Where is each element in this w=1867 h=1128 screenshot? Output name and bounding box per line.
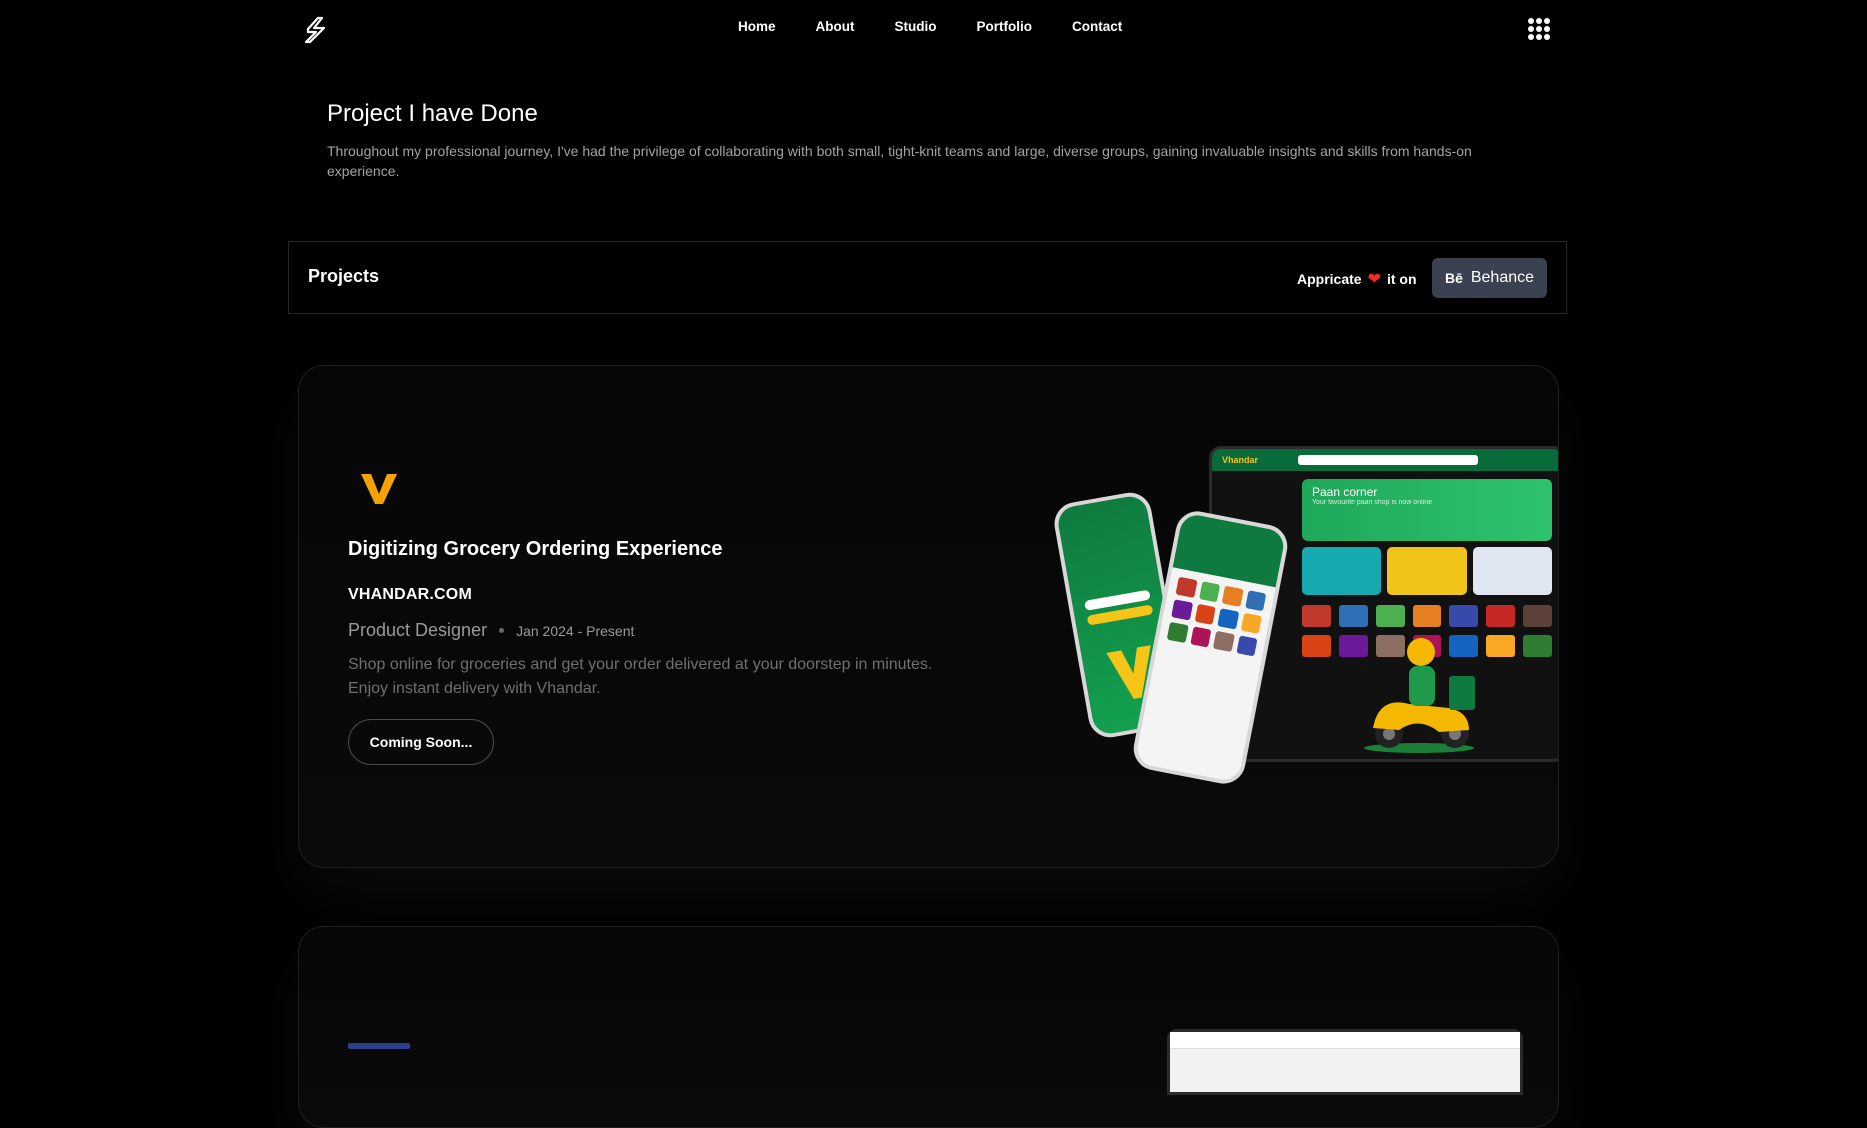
- heart-icon: ❤: [1367, 271, 1381, 288]
- mockup-banner-sub: Your favourite paan shop is now online: [1312, 499, 1432, 506]
- coming-soon-button[interactable]: Coming Soon...: [348, 719, 494, 765]
- projects-label: Projects: [308, 266, 380, 286]
- project-card: [298, 926, 1559, 1128]
- project-company: VHANDAR.COM: [348, 586, 472, 603]
- projects-header-bar: Projects Appricate ❤ it on Bē Behance: [288, 241, 1567, 314]
- apps-grid-icon[interactable]: [1528, 18, 1550, 40]
- project-description: Shop online for groceries and get your o…: [348, 656, 933, 697]
- project-logo: [348, 1043, 410, 1049]
- laptop-header: Vhandar: [1212, 449, 1558, 471]
- separator-dot: [499, 628, 505, 633]
- mockup-tiles: [1302, 547, 1552, 595]
- project-card: Digitizing Grocery Ordering Experience V…: [298, 365, 1559, 868]
- behance-button[interactable]: Bē Behance: [1432, 258, 1547, 298]
- intro-text: Throughout my professional journey, I've…: [327, 143, 1472, 179]
- role-line: Product Designer Jan 2024 - Present: [348, 620, 634, 641]
- mockup-banner: Paan corner Your favourite paan shop is …: [1302, 479, 1552, 541]
- mockup-search-bar: [1298, 455, 1479, 465]
- nav-studio[interactable]: Studio: [895, 19, 937, 34]
- appreciate-text: Appricate ❤ it on: [1297, 269, 1417, 289]
- nav-portfolio[interactable]: Portfolio: [977, 19, 1033, 34]
- project-role: Product Designer: [348, 620, 488, 640]
- top-nav: Home About Studio Portfolio Contact: [0, 0, 1867, 58]
- dashboard-mockup: [1167, 1029, 1523, 1095]
- project-title: Digitizing Grocery Ordering Experience: [348, 538, 723, 560]
- appreciate-suffix: it on: [1386, 271, 1417, 287]
- nav-links: Home About Studio Portfolio Contact: [738, 19, 1162, 34]
- nav-about[interactable]: About: [816, 19, 855, 34]
- mockup-banner-title: Paan corner: [1312, 485, 1378, 499]
- vhandar-logo-icon: [361, 474, 397, 504]
- project-date: Jan 2024 - Present: [516, 622, 635, 639]
- behance-label: Behance: [1470, 269, 1535, 286]
- nav-home[interactable]: Home: [738, 19, 776, 34]
- delivery-rider-illustration: [1364, 638, 1475, 753]
- nav-contact[interactable]: Contact: [1072, 19, 1122, 34]
- appreciate-prefix: Appricate: [1297, 271, 1362, 287]
- mockup-brand: Vhandar: [1222, 455, 1259, 465]
- page-title: Project I have Done: [327, 100, 538, 127]
- brand-logo-icon[interactable]: [300, 14, 332, 46]
- project-mockup-image: Vhandar Paan corner Your favourite paan …: [1051, 446, 1558, 788]
- behance-icon: Bē: [1444, 270, 1463, 286]
